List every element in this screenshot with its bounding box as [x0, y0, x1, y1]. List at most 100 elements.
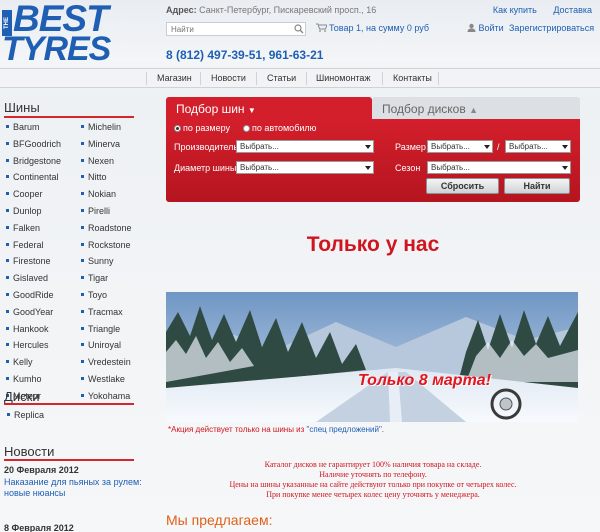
bullet-icon: [81, 276, 84, 280]
brand-link[interactable]: Roadstone: [81, 223, 132, 233]
brand-link[interactable]: Dunlop: [6, 206, 42, 216]
radio-by-size[interactable]: по размеру: [174, 123, 230, 133]
special-offers-link[interactable]: "спец предложений": [307, 425, 382, 434]
nav-item-tyre-fitting[interactable]: Шиномонтаж: [316, 73, 370, 83]
brand-label: Barum: [13, 122, 40, 132]
tyre-picker: Подбор дисков ▲ Подбор шин ▼ по размеру …: [166, 97, 580, 202]
dropdown-arrow-icon: [365, 166, 371, 170]
find-button[interactable]: Найти: [504, 178, 570, 194]
brand-link[interactable]: Cooper: [6, 189, 43, 199]
brand-label: Bridgestone: [13, 155, 62, 166]
bullet-icon: [6, 192, 9, 196]
brand-link[interactable]: Barum: [6, 122, 40, 132]
cart[interactable]: Товар 1, на сумму 0 руб: [316, 23, 429, 33]
radio-by-car[interactable]: по автомобилю: [243, 123, 316, 133]
brand-link[interactable]: Tigar: [81, 273, 109, 284]
tab-disk-picker-label: Подбор дисков ▲: [382, 102, 478, 116]
chevron-up-icon: ▲: [469, 105, 478, 115]
brand-link[interactable]: Continental: [6, 172, 59, 183]
brand-link[interactable]: Falken: [6, 223, 40, 233]
brand-link[interactable]: Nokian: [81, 189, 116, 199]
radio-by-size-label: по размеру: [183, 123, 231, 133]
brand-link[interactable]: Bridgestone: [6, 155, 62, 166]
delivery-link[interactable]: Доставка: [553, 5, 592, 15]
brand-link[interactable]: Hercules: [6, 340, 49, 350]
how-to-buy-link[interactable]: Как купить: [493, 5, 537, 15]
brand-label: Gislaved: [13, 273, 49, 284]
manufacturer-select[interactable]: Выбрать...: [236, 140, 374, 153]
size-profile-select-value: Выбрать...: [509, 142, 548, 151]
reset-button[interactable]: Сбросить: [426, 178, 499, 194]
brand-link[interactable]: Gislaved: [6, 273, 49, 284]
brand-link[interactable]: Federal: [6, 239, 44, 250]
bullet-icon: [6, 309, 9, 313]
nav-item-news[interactable]: Новости: [211, 73, 246, 83]
bullet-icon: [81, 209, 84, 212]
brand-link[interactable]: Sunny: [81, 256, 114, 266]
promo-note: *Акция действует только на шины из "спец…: [168, 425, 384, 434]
brand-link[interactable]: Rockstone: [81, 240, 131, 250]
brand-label: Federal: [13, 239, 44, 250]
register-link[interactable]: Зарегистрироваться: [509, 23, 594, 33]
search-icon[interactable]: [294, 24, 304, 34]
brand-link[interactable]: Kelly: [6, 357, 33, 367]
brand-link[interactable]: GoodYear: [6, 307, 53, 317]
size-width-select[interactable]: Выбрать...: [427, 140, 493, 153]
bullet-icon: [6, 242, 9, 246]
brand-label: Westlake: [88, 374, 125, 384]
brand-label: Continental: [13, 172, 59, 183]
manufacturer-select-value: Выбрать...: [240, 142, 279, 151]
size-width-select-value: Выбрать...: [431, 142, 470, 151]
brand-link[interactable]: Michelin: [81, 122, 121, 132]
banner-text: Только 8 марта!: [358, 372, 492, 389]
diameter-select[interactable]: Выбрать...: [236, 161, 374, 174]
site-logo[interactable]: THE BEST TYRES: [0, 0, 150, 66]
brand-link[interactable]: Yokohama: [81, 391, 130, 401]
bullet-icon: [6, 360, 9, 364]
disk-item-replica[interactable]: Replica: [7, 410, 44, 420]
brand-label: Firestone: [13, 256, 51, 267]
news-link[interactable]: Наказание для пьяных за рулем:: [4, 477, 142, 488]
tab-disk-picker[interactable]: Подбор дисков ▲: [372, 97, 580, 121]
promo-banner[interactable]: Только 8 марта!: [166, 292, 578, 422]
brand-link[interactable]: Uniroyal: [81, 340, 121, 350]
brand-label: Dunlop: [13, 206, 42, 216]
brand-link[interactable]: Triangle: [81, 323, 121, 334]
nav-item-contacts[interactable]: Контакты: [393, 73, 432, 83]
bullet-icon: [6, 326, 9, 330]
brand-link[interactable]: Firestone: [6, 256, 51, 267]
address-label: Адрес:: [166, 5, 197, 15]
brand-link[interactable]: Westlake: [81, 374, 125, 384]
bullet-icon: [81, 360, 84, 364]
tab-tyre-picker[interactable]: Подбор шин ▼: [166, 97, 372, 121]
brand-link[interactable]: BFGoodrich: [6, 139, 61, 149]
brand-link[interactable]: Toyo: [81, 290, 107, 300]
promo-note-prefix: *Акция действует только на шины из: [168, 425, 307, 434]
brand-link[interactable]: Nitto: [81, 172, 107, 182]
size-profile-select[interactable]: Выбрать...: [505, 140, 571, 153]
brand-link[interactable]: Pirelli: [81, 206, 110, 216]
brand-link[interactable]: GoodRide: [6, 290, 54, 300]
login-link[interactable]: Войти: [467, 23, 504, 33]
news-link-cont[interactable]: новые нюансы: [4, 488, 65, 499]
bullet-icon: [81, 377, 84, 380]
manufacturer-label: Производитель: [174, 142, 239, 152]
brand-link[interactable]: Minerva: [81, 139, 120, 149]
search-input[interactable]: [166, 22, 306, 36]
brand-link[interactable]: Nexen: [81, 156, 114, 166]
nav-divider: [382, 72, 383, 85]
bullet-icon: [81, 141, 84, 145]
brand-label: Tigar: [88, 273, 109, 284]
brand-link[interactable]: Hankook: [6, 323, 49, 334]
brand-label: Triangle: [88, 323, 121, 334]
nav-item-shop[interactable]: Магазин: [157, 73, 192, 83]
news-date: 8 Февраля 2012: [4, 523, 74, 532]
season-select[interactable]: Выбрать...: [427, 161, 571, 174]
nav-item-articles[interactable]: Статьи: [267, 73, 296, 83]
brand-link[interactable]: Vredestein: [81, 357, 131, 367]
brand-label: Hankook: [13, 323, 49, 334]
brand-link[interactable]: Kumho: [6, 374, 42, 384]
news-date: 20 Февраля 2012: [4, 465, 79, 475]
bullet-icon: [6, 175, 9, 179]
brand-link[interactable]: Tracmax: [81, 307, 123, 317]
